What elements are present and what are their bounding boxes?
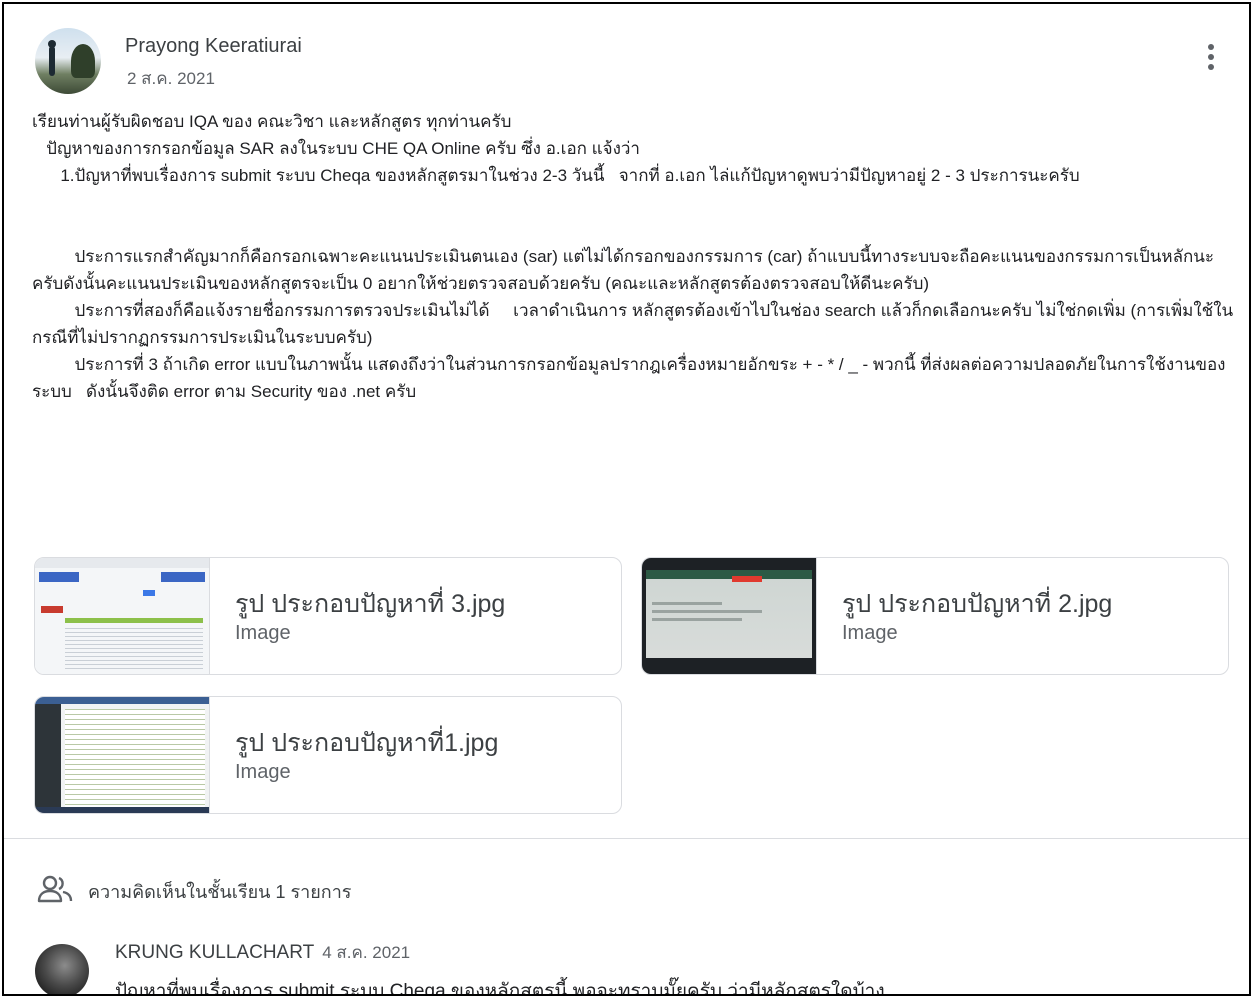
author-avatar[interactable] — [35, 28, 101, 94]
attachment-card[interactable]: รูป ประกอบปัญหาที่1.jpg Image — [34, 696, 622, 814]
attachment-card[interactable]: รูป ประกอบปัญหาที่ 3.jpg Image — [34, 557, 622, 675]
people-icon — [37, 875, 73, 903]
post-body: เรียนท่านผู้รับผิดชอบ IQA ของ คณะวิชา แล… — [32, 108, 1237, 405]
attachment-title: รูป ประกอบปัญหาที่ 2.jpg — [842, 590, 1113, 618]
attachment-title: รูป ประกอบปัญหาที่1.jpg — [235, 729, 499, 757]
section-divider — [4, 838, 1249, 839]
attachment-type: Image — [235, 622, 291, 644]
post-paragraph: ประการที่สองก็คือแจ้งรายชื่อกรรมการตรวจป… — [32, 301, 1234, 347]
more-options-icon[interactable] — [1207, 44, 1215, 78]
attachment-thumbnail — [35, 558, 210, 674]
attachment-type: Image — [842, 622, 898, 644]
class-comments-count[interactable]: ความคิดเห็นในชั้นเรียน 1 รายการ — [88, 877, 351, 906]
comment-author[interactable]: KRUNG KULLACHART — [115, 942, 314, 963]
post-header: Prayong Keeratiurai 2 ส.ค. 2021 — [4, 4, 1249, 104]
comment-header: KRUNG KULLACHART 4 ส.ค. 2021 — [115, 939, 410, 966]
comment-date: 4 ส.ค. 2021 — [322, 943, 411, 962]
post-paragraph: 1.ปัญหาที่พบเรื่องการ submit ระบบ Cheqa … — [32, 166, 1080, 185]
commenter-avatar[interactable] — [35, 944, 89, 994]
attachment-title: รูป ประกอบปัญหาที่ 3.jpg — [235, 590, 506, 618]
attachment-thumbnail — [642, 558, 817, 674]
post-paragraph: ประการที่ 3 ถ้าเกิด error แบบในภาพนั้น แ… — [32, 355, 1226, 401]
post-paragraph — [32, 216, 1237, 243]
post-paragraph: เรียนท่านผู้รับผิดชอบ IQA ของ คณะวิชา แล… — [32, 112, 512, 131]
post-paragraph — [32, 189, 1237, 216]
post-paragraph: ปัญหาของการกรอกข้อมูล SAR ลงในระบบ CHE Q… — [32, 139, 640, 158]
attachment-thumbnail — [35, 697, 210, 813]
attachment-type: Image — [235, 761, 291, 783]
post-date: 2 ส.ค. 2021 — [127, 69, 215, 88]
author-name[interactable]: Prayong Keeratiurai — [125, 35, 302, 58]
post-paragraph: ประการแรกสำคัญมากก็คือกรอกเฉพาะคะแนนประเ… — [32, 247, 1215, 293]
attachment-card[interactable]: รูป ประกอบปัญหาที่ 2.jpg Image — [641, 557, 1229, 675]
post-card: Prayong Keeratiurai 2 ส.ค. 2021 เรียนท่า… — [2, 2, 1251, 996]
comment-text: ปัญหาที่พบเรื่องการ submit ระบบ Cheqa ขอ… — [115, 981, 885, 996]
